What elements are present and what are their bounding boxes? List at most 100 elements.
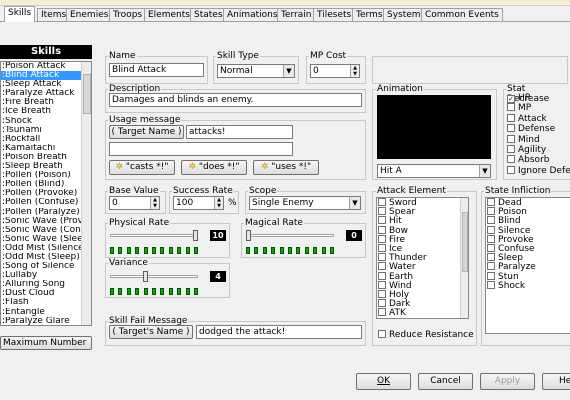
attack-element-item[interactable]: ATK bbox=[377, 308, 468, 318]
state-infliction-item[interactable]: Sleep bbox=[486, 253, 570, 263]
attack-element-item[interactable]: Holy bbox=[377, 289, 468, 299]
chevron-down-icon[interactable]: ▼ bbox=[283, 65, 294, 77]
checkbox-icon[interactable] bbox=[507, 134, 515, 143]
animation-preview[interactable] bbox=[377, 95, 491, 159]
state-infliction-item[interactable]: Paralyze bbox=[486, 262, 570, 272]
attack-element-item[interactable]: Earth bbox=[377, 271, 468, 281]
checkbox-icon[interactable] bbox=[378, 243, 386, 252]
attack-element-item[interactable]: Dark bbox=[377, 299, 468, 309]
apply-button[interactable]: Apply bbox=[480, 373, 535, 390]
skill-list-item[interactable]: :Odd Mist (Silence) bbox=[1, 244, 81, 253]
checkbox-icon[interactable] bbox=[507, 155, 515, 164]
skill-list-item[interactable]: :Pollen (Poison) bbox=[1, 171, 81, 180]
state-infliction-list[interactable]: Dead Poison Blind Silence Provoke Confuse Slee… bbox=[485, 197, 570, 334]
tab-tilesets[interactable]: Tilesets bbox=[313, 8, 356, 21]
stat-decrease-item[interactable]: MP bbox=[506, 103, 570, 113]
state-infliction-item[interactable]: Poison bbox=[486, 207, 570, 217]
attack-element-item[interactable]: Hit bbox=[377, 216, 468, 226]
skill-list-item[interactable]: :Odd Mist (Sleep) bbox=[1, 253, 81, 262]
skill-list-item[interactable]: :Flash bbox=[1, 298, 81, 307]
checkbox-icon[interactable] bbox=[378, 299, 386, 308]
cancel-button[interactable]: Cancel bbox=[418, 373, 473, 390]
checkbox-icon[interactable] bbox=[378, 271, 386, 280]
checkbox-icon[interactable] bbox=[507, 103, 515, 112]
checkbox-icon[interactable] bbox=[378, 207, 386, 216]
skill-list-item[interactable]: :Pollen (Provoke) bbox=[1, 189, 81, 198]
targets-name-button[interactable]: ( Target's Name ) bbox=[109, 325, 193, 339]
slider-knob[interactable] bbox=[143, 271, 149, 282]
stat-decrease-item[interactable]: Absorb bbox=[506, 155, 570, 165]
attack-element-item[interactable]: Thunder bbox=[377, 253, 468, 263]
skill-list-item[interactable]: :Dust Cloud bbox=[1, 289, 81, 298]
tab-terrain[interactable]: Terrain bbox=[277, 8, 316, 21]
skill-list-item[interactable]: :Sleep Attack bbox=[1, 80, 81, 89]
tab-common-events[interactable]: Common Events bbox=[421, 8, 503, 21]
stat-decrease-item[interactable]: Attack bbox=[506, 113, 570, 124]
checkbox-icon[interactable] bbox=[487, 280, 495, 289]
physical-rate-slider[interactable]: 10 bbox=[108, 230, 228, 259]
tab-elements[interactable]: Elements bbox=[144, 8, 194, 21]
checkbox-icon[interactable] bbox=[487, 234, 495, 243]
attack-element-item[interactable]: Fire bbox=[377, 234, 468, 244]
checkbox-icon[interactable] bbox=[378, 253, 386, 262]
checkbox-icon[interactable] bbox=[487, 253, 495, 262]
name-input[interactable]: Blind Attack bbox=[109, 63, 204, 77]
state-infliction-item[interactable]: Provoke bbox=[486, 234, 570, 244]
checkbox-icon[interactable] bbox=[378, 198, 386, 206]
description-input[interactable]: Damages and blinds an enemy. bbox=[109, 93, 362, 107]
skill-fail-input[interactable]: dodged the attack! bbox=[196, 325, 362, 339]
tab-enemies[interactable]: Enemies bbox=[66, 8, 113, 21]
casts-button[interactable]: ✲ "casts *!" bbox=[109, 160, 175, 175]
state-infliction-item[interactable]: Stun bbox=[486, 271, 570, 281]
attack-element-list[interactable]: Sword Spear Hit Bow Fire Ice Thunder Water Earth… bbox=[376, 197, 469, 319]
skill-list-item[interactable]: :Paralyze Glare bbox=[1, 317, 81, 325]
tab-animations[interactable]: Animations bbox=[223, 8, 282, 21]
state-infliction-item[interactable]: Confuse bbox=[486, 243, 570, 254]
usage-message-line2[interactable] bbox=[109, 142, 293, 156]
attack-element-item[interactable]: Spear bbox=[377, 207, 468, 217]
state-infliction-item[interactable]: Dead bbox=[486, 198, 570, 208]
checkbox-icon[interactable] bbox=[487, 271, 495, 280]
checkbox-icon[interactable] bbox=[507, 113, 515, 122]
state-infliction-item[interactable]: Silence bbox=[486, 225, 570, 235]
attack-element-item[interactable]: Ice bbox=[377, 243, 468, 254]
attack-element-item[interactable]: Water bbox=[377, 262, 468, 272]
slider-knob[interactable] bbox=[193, 230, 198, 241]
success-rate-spinner[interactable]: 100 ▲ ▼ bbox=[173, 196, 224, 210]
tab-skills[interactable]: Skills bbox=[4, 6, 36, 22]
checkbox-icon[interactable] bbox=[487, 225, 495, 234]
chevron-down-icon[interactable]: ▼ bbox=[349, 197, 360, 209]
stat-decrease-item[interactable]: Agility bbox=[506, 144, 570, 155]
tab-states[interactable]: States bbox=[190, 8, 227, 21]
help-button[interactable]: He bbox=[542, 373, 570, 390]
stat-decrease-item[interactable]: ✓ HP bbox=[506, 93, 570, 103]
scope-select[interactable]: Single Enemy ▼ bbox=[249, 196, 361, 210]
attack-element-item[interactable]: Bow bbox=[377, 225, 468, 235]
checkbox-icon[interactable] bbox=[487, 207, 495, 216]
checkbox-icon[interactable] bbox=[487, 198, 495, 206]
tab-terms[interactable]: Terms bbox=[352, 8, 387, 21]
skill-list-item[interactable]: :Fire Breath bbox=[1, 98, 81, 107]
checkbox-icon[interactable] bbox=[378, 262, 386, 271]
attack-element-item[interactable]: Wind bbox=[377, 280, 468, 290]
slider-knob[interactable] bbox=[246, 230, 251, 241]
skill-list-item[interactable]: :Sonic Wave (Provo bbox=[1, 217, 81, 226]
checkbox-icon[interactable] bbox=[378, 289, 386, 298]
checkbox-icon[interactable] bbox=[378, 308, 386, 317]
state-infliction-item[interactable]: Shock bbox=[486, 280, 570, 290]
skills-list[interactable]: :Poison Attack:Blind Attack:Sleep Attack… bbox=[0, 61, 92, 326]
tab-system[interactable]: System bbox=[383, 8, 425, 21]
animation-select[interactable]: Hit A ▼ bbox=[377, 164, 491, 178]
checkbox-icon[interactable] bbox=[378, 225, 386, 234]
checkbox-icon[interactable] bbox=[507, 165, 515, 174]
skill-list-item[interactable]: :Paralyze Attack bbox=[1, 89, 81, 98]
stat-decrease-item[interactable]: Ignore Defen bbox=[506, 165, 570, 176]
skill-list-item[interactable]: :Pollen (Confuse) bbox=[1, 198, 81, 207]
skill-list-item[interactable]: :Kamaitachi bbox=[1, 144, 81, 153]
skills-list-scrollbar[interactable] bbox=[81, 62, 91, 325]
chevron-down-icon[interactable]: ▼ bbox=[479, 165, 490, 177]
checkbox-icon[interactable] bbox=[378, 234, 386, 243]
attack-element-item[interactable]: Sword bbox=[377, 198, 468, 208]
variance-slider[interactable]: 4 bbox=[108, 271, 228, 300]
state-infliction-item[interactable]: Blind bbox=[486, 216, 570, 226]
